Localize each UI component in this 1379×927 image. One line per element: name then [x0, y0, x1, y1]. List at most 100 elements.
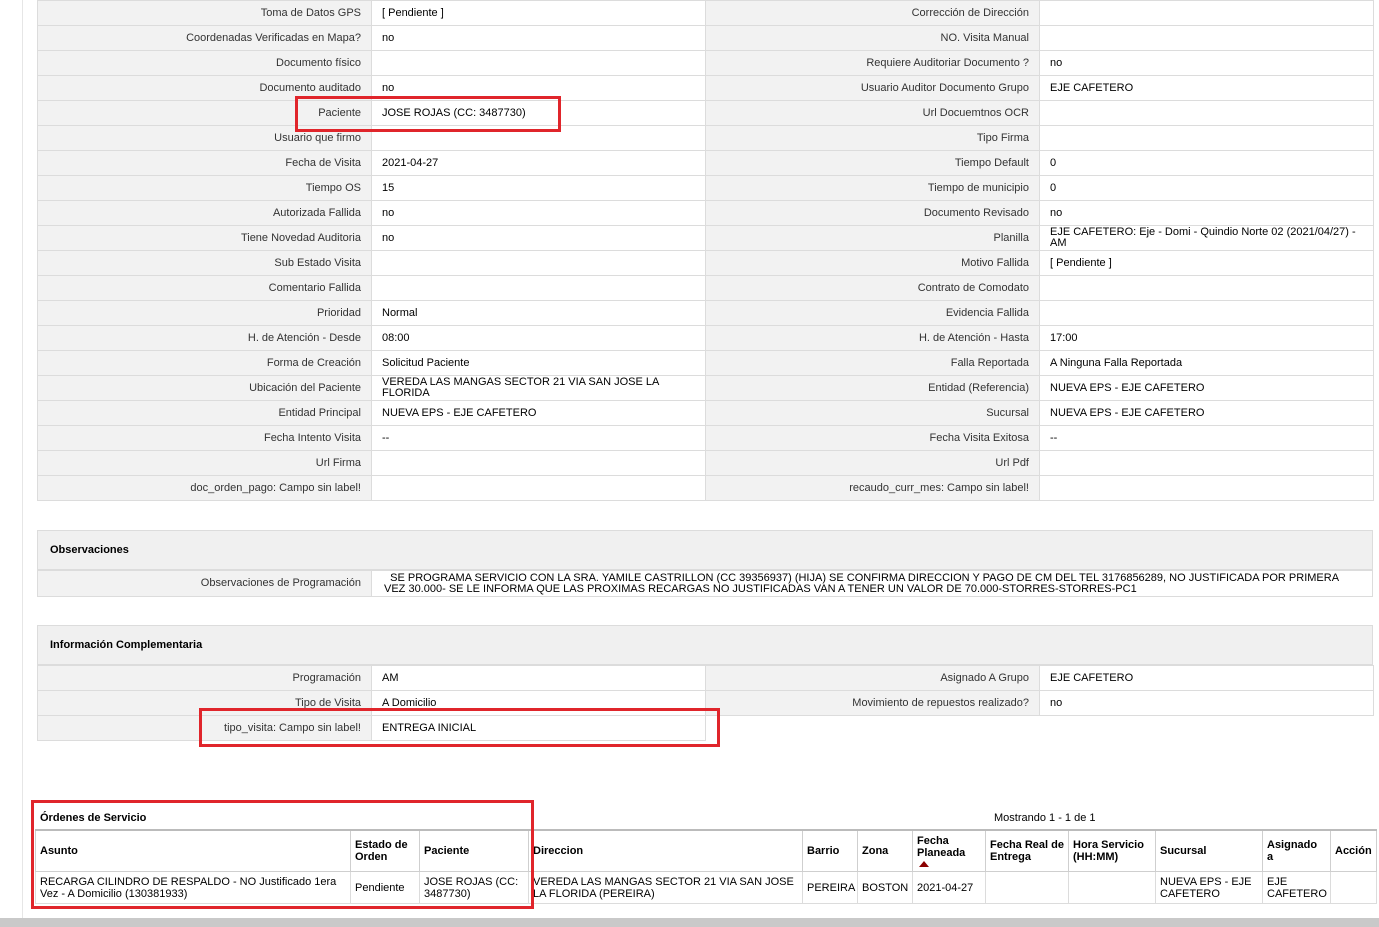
detail-row: doc_orden_pago: Campo sin label! recaudo_…: [37, 475, 1374, 501]
field-value: --: [1039, 425, 1374, 451]
cell-fecha-real: [985, 871, 1069, 904]
field-value: [371, 125, 706, 151]
horizontal-scrollbar[interactable]: [0, 918, 1379, 927]
field-value: 15: [371, 175, 706, 201]
col-estado-header[interactable]: Estado de Orden: [350, 829, 420, 872]
field-label: Tipo Firma: [705, 125, 1040, 151]
field-label: Movimiento de repuestos realizado?: [705, 690, 1040, 716]
pagination-info: Mostrando 1 - 1 de 1: [994, 812, 1096, 824]
observaciones-value: SE PROGRAMA SERVICIO CON LA SRA. YAMILE …: [371, 570, 1373, 597]
field-label: Comentario Fallida: [37, 275, 372, 301]
field-value: NUEVA EPS - EJE CAFETERO: [1039, 375, 1374, 401]
field-label: Entidad (Referencia): [705, 375, 1040, 401]
field-label: tipo_visita: Campo sin label!: [37, 715, 372, 741]
field-label: Prioridad: [37, 300, 372, 326]
field-value: AM: [371, 665, 706, 691]
col-fecha-planeada-label: Fecha Planeada: [917, 835, 966, 859]
detail-row: Tiene Novedad Auditoria no Planilla EJE CAF…: [37, 225, 1374, 251]
complementaria-table: Programación AM Asignado A Grupo EJE CAF…: [37, 665, 1374, 741]
sort-asc-icon[interactable]: [919, 861, 929, 867]
cell-asunto[interactable]: RECARGA CILINDRO DE RESPALDO - NO Justif…: [35, 871, 351, 904]
field-label: Planilla: [705, 225, 1040, 251]
col-asunto-header[interactable]: Asunto: [35, 829, 351, 872]
cell-accion[interactable]: [1330, 871, 1377, 904]
col-barrio-header[interactable]: Barrio: [802, 829, 858, 872]
field-value: Normal: [371, 300, 706, 326]
detail-row: Documento físico Requiere Auditoriar Docu…: [37, 50, 1374, 76]
col-asignado-header[interactable]: Asignado a: [1262, 829, 1331, 872]
field-label: Sub Estado Visita: [37, 250, 372, 276]
field-label: Documento Revisado: [705, 200, 1040, 226]
field-value: no: [371, 225, 706, 251]
table-row[interactable]: RECARGA CILINDRO DE RESPALDO - NO Justif…: [35, 871, 1377, 904]
col-fecha-planeada-header[interactable]: Fecha Planeada: [912, 829, 986, 872]
field-value: NUEVA EPS - EJE CAFETERO: [371, 400, 706, 426]
empty-cell: [705, 715, 1040, 741]
field-value: 08:00: [371, 325, 706, 351]
field-label: Falla Reportada: [705, 350, 1040, 376]
field-label: Tiempo de municipio: [705, 175, 1040, 201]
field-value: [1039, 300, 1374, 326]
field-value: JOSE ROJAS (CC: 3487730): [371, 100, 706, 126]
complementaria-title: Información Complementaria: [37, 625, 1373, 665]
field-label: Toma de Datos GPS: [37, 0, 372, 26]
field-value: [371, 475, 706, 501]
field-label: Programación: [37, 665, 372, 691]
col-hora-servicio-header[interactable]: Hora Servicio (HH:MM): [1068, 829, 1156, 872]
col-sucursal-header[interactable]: Sucursal: [1155, 829, 1263, 872]
detail-row: Url Firma Url Pdf: [37, 450, 1374, 476]
detail-row: Toma de Datos GPS[ Pendiente ] Corrección…: [37, 0, 1374, 26]
field-value: [1039, 475, 1374, 501]
field-label: Tiempo Default: [705, 150, 1040, 176]
field-label: Documento físico: [37, 50, 372, 76]
field-label: Forma de Creación: [37, 350, 372, 376]
detail-row: Sub Estado Visita Motivo Fallida[ Pendien…: [37, 250, 1374, 276]
complementaria-section: Información Complementaria Programación …: [37, 625, 1374, 741]
detail-row: Prioridad Normal Evidencia Fallida: [37, 300, 1374, 326]
field-value: VEREDA LAS MANGAS SECTOR 21 VIA SAN JOSE…: [371, 375, 706, 401]
field-value: [371, 275, 706, 301]
field-label: H. de Atención - Hasta: [705, 325, 1040, 351]
col-zona-header[interactable]: Zona: [857, 829, 913, 872]
field-value: [1039, 275, 1374, 301]
field-label: Entidad Principal: [37, 400, 372, 426]
field-label: Contrato de Comodato: [705, 275, 1040, 301]
field-label: Fecha de Visita: [37, 150, 372, 176]
field-label: recaudo_curr_mes: Campo sin label!: [705, 475, 1040, 501]
field-label: Paciente: [37, 100, 372, 126]
cell-sucursal: NUEVA EPS - EJE CAFETERO: [1155, 871, 1263, 904]
detail-row: Ubicación del Paciente VEREDA LAS MANGAS …: [37, 375, 1374, 401]
field-value: no: [371, 75, 706, 101]
field-label: doc_orden_pago: Campo sin label!: [37, 475, 372, 501]
field-value: [371, 450, 706, 476]
field-value: [1039, 100, 1374, 126]
col-fecha-real-header[interactable]: Fecha Real de Entrega: [985, 829, 1069, 872]
field-label: Tiempo OS: [37, 175, 372, 201]
field-value: ENTREGA INICIAL: [371, 715, 706, 741]
cell-asignado: EJE CAFETERO: [1262, 871, 1331, 904]
field-label: Requiere Auditoriar Documento ?: [705, 50, 1040, 76]
col-direccion-header[interactable]: Direccion: [528, 829, 803, 872]
field-value: [371, 250, 706, 276]
visit-detail-table: Toma de Datos GPS[ Pendiente ] Corrección…: [37, 0, 1374, 501]
detail-row: Paciente JOSE ROJAS (CC: 3487730) Url Docu…: [37, 100, 1374, 126]
field-value: no: [371, 200, 706, 226]
observaciones-title: Observaciones: [37, 530, 1373, 570]
field-value: [1039, 125, 1374, 151]
field-value: Solicitud Paciente: [371, 350, 706, 376]
cell-paciente: JOSE ROJAS (CC: 3487730): [419, 871, 529, 904]
detail-row: Documento auditado no Usuario Auditor Docu…: [37, 75, 1374, 101]
field-value: [371, 50, 706, 76]
detail-row: H. de Atención - Desde 08:00 H. de Atenció…: [37, 325, 1374, 351]
field-value: EJE CAFETERO: [1039, 75, 1374, 101]
detail-row: Fecha Intento Visita -- Fecha Visita Exito…: [37, 425, 1374, 451]
field-label: Coordenadas Verificadas en Mapa?: [37, 25, 372, 51]
cell-hora-servicio: [1068, 871, 1156, 904]
col-paciente-header[interactable]: Paciente: [419, 829, 529, 872]
field-label: NO. Visita Manual: [705, 25, 1040, 51]
complementaria-row: Programación AM Asignado A Grupo EJE CAF…: [37, 665, 1374, 691]
field-value: 17:00: [1039, 325, 1374, 351]
field-label: Fecha Visita Exitosa: [705, 425, 1040, 451]
field-value: EJE CAFETERO: [1039, 665, 1374, 691]
detail-row: Usuario que firmo Tipo Firma: [37, 125, 1374, 151]
